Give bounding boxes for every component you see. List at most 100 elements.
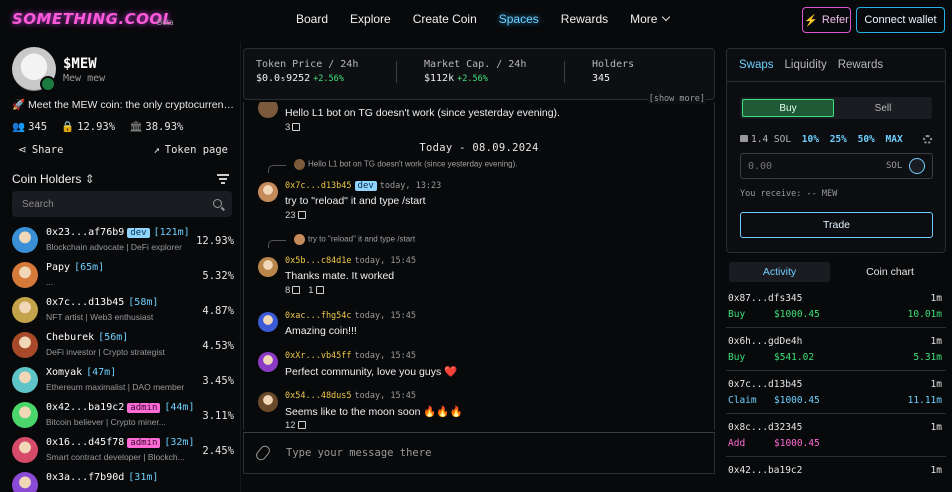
activity-row[interactable]: 0x87...dfs345 1m Buy $1000.45 10.01m [726,286,946,328]
activity-type: Claim [728,395,757,406]
thumb-up-icon [297,421,306,429]
refer-button[interactable]: ⚡ Refer [802,7,851,33]
holder-bio: DeFi investor | Crypto strategist [46,347,165,357]
amount-input[interactable] [748,158,868,174]
thumb-up-icon [297,211,306,219]
sell-button[interactable]: Sell [836,99,930,117]
holder-row[interactable]: Papy [65m]... 5.32% [12,260,234,296]
reactions: 81 [285,285,324,296]
like-button[interactable]: 12 [285,420,306,430]
nav-explore[interactable]: Explore [350,12,391,26]
date-divider: Today - 08.09.2024 [244,142,714,154]
holder-address: 0x23...af76b9 [46,227,125,238]
activity-usd: $541.02 [774,352,815,363]
swap-card: Swaps Liquidity Rewards Buy Sell 1.4 SOL… [726,48,946,253]
message-author[interactable]: 0x5b...c84d1e [285,256,352,266]
share-button[interactable]: ⋖ Share [18,144,63,156]
holder-row[interactable]: 0x3a...f7b90d [31m] [12,470,234,492]
connect-wallet-button[interactable]: Connect wallet [856,7,945,33]
reply-text: Hello L1 bot on TG doesn't work (since y… [308,159,518,169]
quick-25-button[interactable]: 25% [830,134,847,145]
message-text: Perfect community, love you guys ❤️ [285,366,458,378]
holder-row[interactable]: 0x23...af76b9 dev [121m] Blockchain advocat… [12,225,234,261]
stat-divider [396,61,397,83]
tab-swaps[interactable]: Swaps [739,59,774,71]
token-stats-card: Token Price / 24h $0.0₅9252 +2.56% Market… [243,48,715,104]
activity-address[interactable]: 0x8c...d32345 [728,422,802,433]
holder-bio: Smart contract developer | Blockch... [46,452,185,462]
activity-address[interactable]: 0x42...ba19c2 [728,465,802,476]
activity-row[interactable]: 0x42...ba19c2 1m [726,458,946,492]
paperclip-icon[interactable] [254,443,272,463]
coin-description[interactable]: 🚀 Meet the MEW coin: the only cryptocurr… [12,98,234,111]
search-icon[interactable] [213,199,222,208]
nav-create-coin[interactable]: Create Coin [413,12,477,26]
quick-max-button[interactable]: MAX [886,134,903,145]
activity-row[interactable]: 0x8c...d32345 1m Add $1000.45 [726,415,946,457]
tab-liquidity[interactable]: Liquidity [785,59,827,71]
thumb-up-icon [292,286,301,294]
message-author[interactable]: 0xac...fhg54c [285,311,352,321]
nav-more[interactable]: More [630,12,671,26]
amount-field: SOL [740,153,933,179]
message-meta: 0x5b...c84d1e today, 15:45 [285,256,416,266]
filter-icon[interactable] [217,174,229,186]
buy-button[interactable]: Buy [742,99,834,117]
mcap-stat: Market Cap. / 24h $112k +2.56% [424,59,526,84]
holder-amount: [56m] [98,332,129,343]
tab-rewards[interactable]: Rewards [838,59,883,71]
activity-address[interactable]: 0x87...dfs345 [728,293,802,304]
like-button[interactable]: 23 [285,210,306,221]
nav-spaces[interactable]: Spaces [499,12,539,26]
token-page-link[interactable]: ↗ Token page [153,144,228,156]
share-label: Share [31,144,64,156]
activity-address[interactable]: 0x6h...gdDe4h [728,336,802,347]
holder-row[interactable]: 0x16...d45f78 admin [32m] Smart contract de… [12,435,234,471]
holder-row[interactable]: 0x7c...d13b45 [58m] NFT artist | Web3 enth… [12,295,234,331]
activity-address[interactable]: 0x7c...d13b45 [728,379,802,390]
message-text: Hello L1 bot on TG doesn't work (since y… [285,107,560,119]
holder-percent: 3.11% [202,410,234,422]
holder-address: 0x16...d45f78 [46,437,125,448]
quick-10-button[interactable]: 10% [802,134,819,145]
nav-more-label: More [630,12,658,26]
tab-coin-chart[interactable]: Coin chart [838,262,942,282]
nav-board[interactable]: Board [296,12,328,26]
holders-stat-card: Holders 345 [592,59,634,84]
holder-row[interactable]: 0x42...ba19c2 admin [44m] Bitcoin believer … [12,400,234,436]
activity-row[interactable]: 0x6h...gdDe4h 1m Buy $541.02 5.31m [726,329,946,371]
site-logo[interactable]: SOMETHING.COOL [12,10,173,28]
nav-rewards[interactable]: Rewards [561,12,608,26]
receive-estimate: You receive: -- MEW [740,189,838,199]
message-author[interactable]: 0x54...48dus5 [285,391,352,401]
reply-preview[interactable]: Hello L1 bot on TG doesn't work (since y… [294,159,518,170]
avatar [258,312,278,332]
holder-row[interactable]: Xomyak [47m] Ethereum maximalist | DAO mem… [12,365,234,401]
message-author[interactable]: 0x7c...d13b45 [285,181,352,191]
like-button[interactable]: 8 [285,285,301,296]
reply-preview[interactable]: try to "reload" it and type /start [294,234,415,245]
activity-row[interactable]: 0x7c...d13b45 1m Claim $1000.45 11.11m [726,372,946,414]
quick-50-button[interactable]: 50% [858,134,875,145]
like-count: 3 [285,122,291,133]
holder-amount: [31m] [128,472,159,483]
message-text: Thanks mate. It worked [285,270,395,282]
coin-ticker: $MEW [63,56,97,72]
holder-address: 0x42...ba19c2 [46,402,125,413]
coin-stats: 👥 345 🔒 12.93% 🏛 38.93% [12,120,183,133]
wallet-icon [740,135,748,142]
price-label: Token Price / 24h [256,59,359,70]
message-author[interactable]: 0xXr...vb45ff [285,351,352,361]
coin-name: Mew mew [63,73,106,84]
holders-search-input[interactable] [12,191,202,217]
holder-row[interactable]: Cheburek [56m] DeFi investor | Crypto stra… [12,330,234,366]
quick-amounts: 1.4 SOL 10% 25% 50% MAX [740,134,903,145]
holders-title[interactable]: Coin Holders ⇕ [12,172,95,186]
message-input[interactable] [286,443,696,463]
trade-button[interactable]: Trade [740,212,933,238]
like-button[interactable]: 3 [285,122,301,133]
tab-activity[interactable]: Activity [729,262,830,282]
gear-icon[interactable] [923,135,932,144]
dislike-button[interactable]: 1 [308,285,324,296]
swap-tabs: Swaps Liquidity Rewards [739,59,883,71]
